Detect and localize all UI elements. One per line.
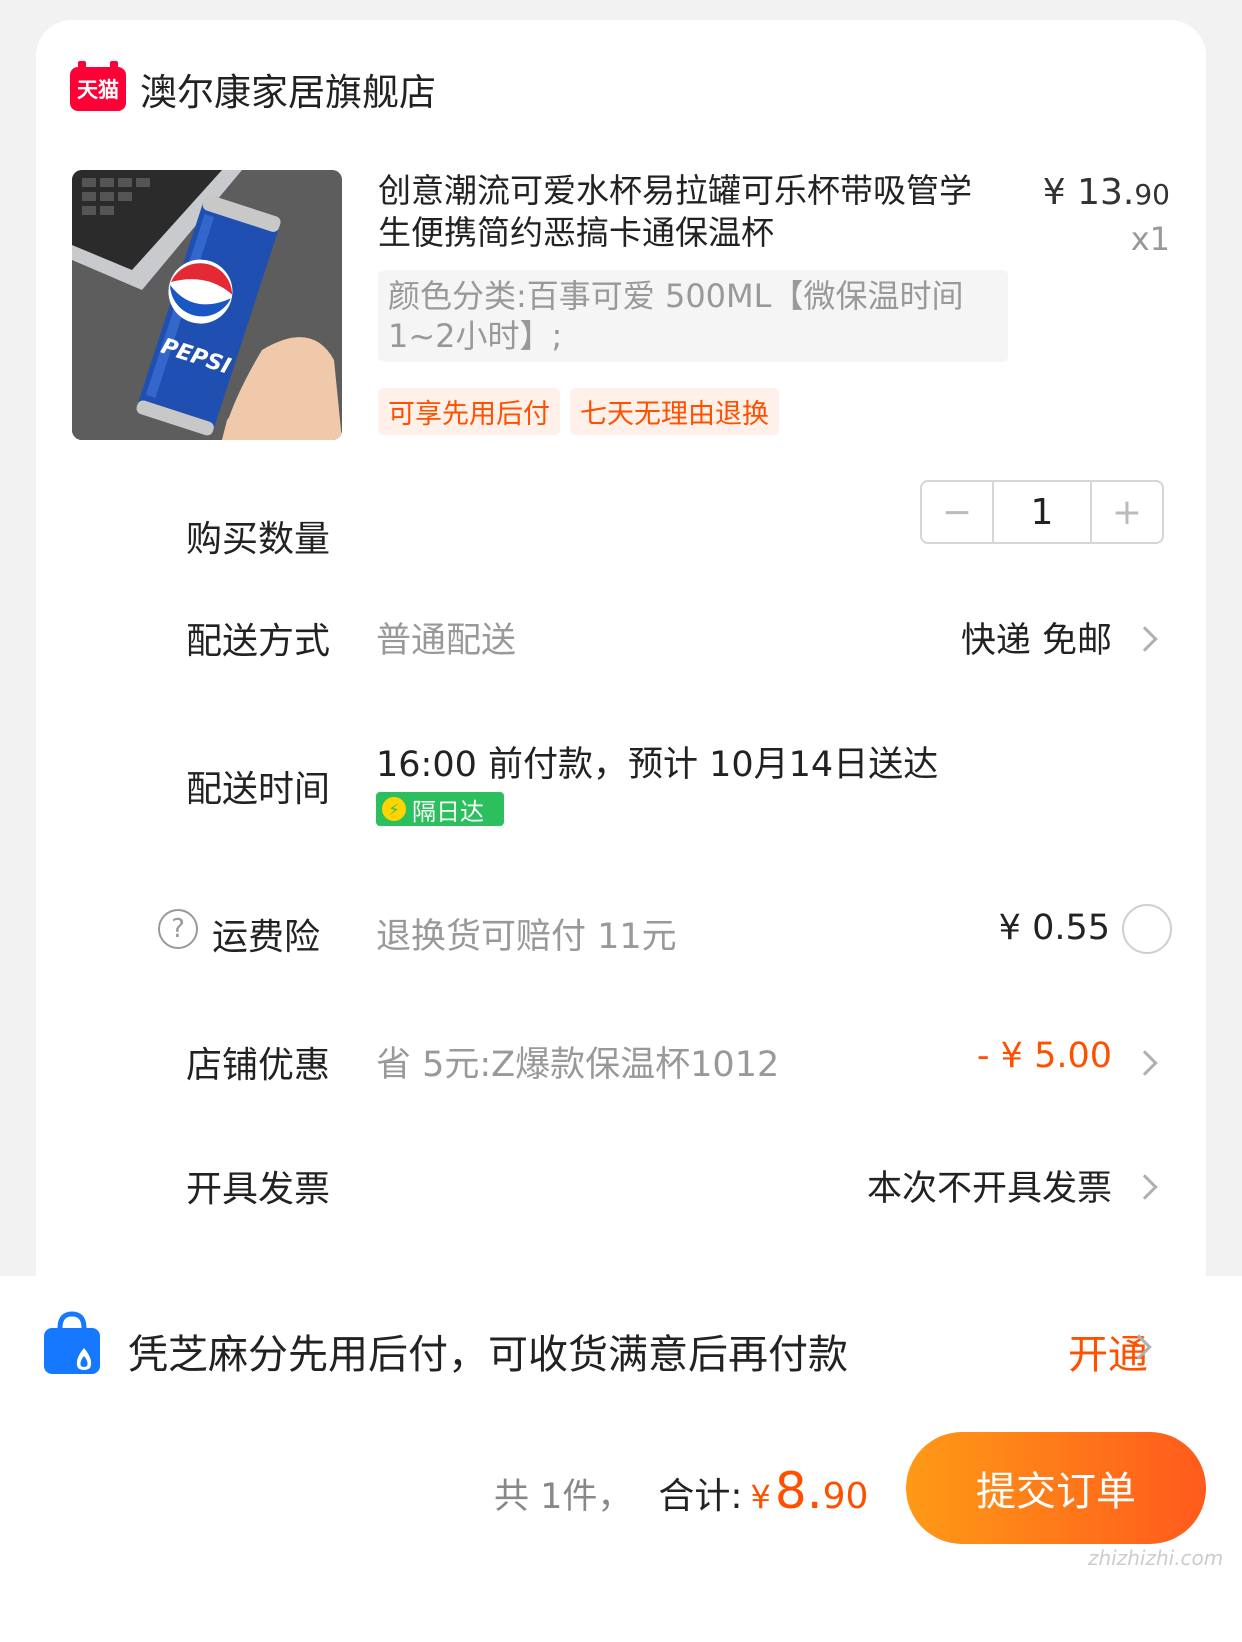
store-discount-desc: 省 5元:Z爆款保温杯1012 xyxy=(376,1045,780,1085)
minus-button[interactable]: − xyxy=(922,482,992,542)
order-total: 共 1件， 合计: ¥8.90 xyxy=(494,1462,868,1520)
product-qty: x1 xyxy=(1130,220,1170,258)
chevron-right-icon xyxy=(1132,1174,1158,1200)
delivery-value: 快递 免邮 xyxy=(960,621,1112,661)
delivery-row[interactable]: 配送方式 普通配送 快递 免邮 xyxy=(36,612,1206,672)
insurance-desc: 退换货可赔付 11元 xyxy=(376,917,677,957)
total-dec: 90 xyxy=(822,1476,869,1517)
next-day-badge: ⚡ 隔日达 xyxy=(376,792,504,826)
service-tags: 可享先用后付 七天无理由退换 xyxy=(378,388,779,435)
watermark: zhizhizhi.com xyxy=(1088,1546,1224,1570)
chevron-right-icon xyxy=(1132,1050,1158,1076)
help-icon[interactable]: ? xyxy=(158,909,198,949)
delivery-time-label: 配送时间 xyxy=(186,769,331,810)
price-int: 13. xyxy=(1077,172,1135,213)
price-dec: 90 xyxy=(1134,178,1170,211)
store-discount-label: 店铺优惠 xyxy=(186,1045,331,1086)
shop-header[interactable]: 天猫 澳尔康家居旗舰店 xyxy=(70,61,436,116)
product-image[interactable]: PEPSI xyxy=(72,170,342,440)
tmall-logo: 天猫 xyxy=(70,61,126,111)
shopping-bag-icon xyxy=(40,1310,104,1380)
quantity-value[interactable]: 1 xyxy=(992,482,1092,542)
lightning-icon: ⚡ xyxy=(382,797,406,821)
delivery-label: 配送方式 xyxy=(186,621,331,662)
product-title[interactable]: 创意潮流可爱水杯易拉罐可乐杯带吸管学生便携简约恶搞卡通保温杯 xyxy=(378,170,998,254)
quantity-stepper[interactable]: − 1 + xyxy=(920,480,1164,544)
total-label: 合计: xyxy=(658,1476,743,1517)
order-card: 天猫 澳尔康家居旗舰店 PEPSI 创意潮流可爱水杯易拉罐可乐杯带吸管学生便携简… xyxy=(36,20,1206,1420)
item-count: 共 1件， xyxy=(494,1477,633,1517)
tag-7day-return: 七天无理由退换 xyxy=(570,388,779,435)
chevron-right-icon xyxy=(1132,626,1158,652)
submit-order-button[interactable]: 提交订单 xyxy=(906,1432,1206,1544)
total-currency: ¥ xyxy=(750,1478,771,1516)
price-symbol: ¥ xyxy=(1042,172,1066,213)
invoice-value: 本次不开具发票 xyxy=(866,1169,1112,1209)
next-day-text: 隔日达 xyxy=(412,797,484,826)
delivery-method: 普通配送 xyxy=(376,621,517,661)
delivery-time-text: 16:00 前付款，预计 10月14日送达 xyxy=(376,745,939,785)
total-amount: ¥8.90 xyxy=(751,1462,869,1520)
plus-button[interactable]: + xyxy=(1092,482,1162,542)
pay-later-text: 凭芝麻分先用后付，可收货满意后再付款 xyxy=(128,1332,848,1378)
insurance-label: 运费险 xyxy=(212,917,321,958)
shop-name[interactable]: 澳尔康家居旗舰店 xyxy=(140,62,436,116)
store-discount-row[interactable]: 店铺优惠 省 5元:Z爆款保温杯1012 - ¥ 5.00 xyxy=(36,1036,1206,1096)
invoice-row[interactable]: 开具发票 本次不开具发票 xyxy=(36,1160,1206,1220)
insurance-price: ¥ 0.55 xyxy=(998,908,1110,948)
store-discount-value: - ¥ 5.00 xyxy=(976,1036,1112,1076)
quantity-label: 购买数量 xyxy=(186,519,331,560)
invoice-label: 开具发票 xyxy=(186,1169,331,1210)
sku-box[interactable]: 颜色分类:百事可爱 500ML【微保温时间1~2小时】; xyxy=(378,270,1008,362)
product-price: ¥ 13.90 xyxy=(1043,172,1170,213)
total-int: 8. xyxy=(774,1462,823,1520)
tag-pay-later: 可享先用后付 xyxy=(378,388,560,435)
insurance-radio[interactable] xyxy=(1122,904,1172,954)
